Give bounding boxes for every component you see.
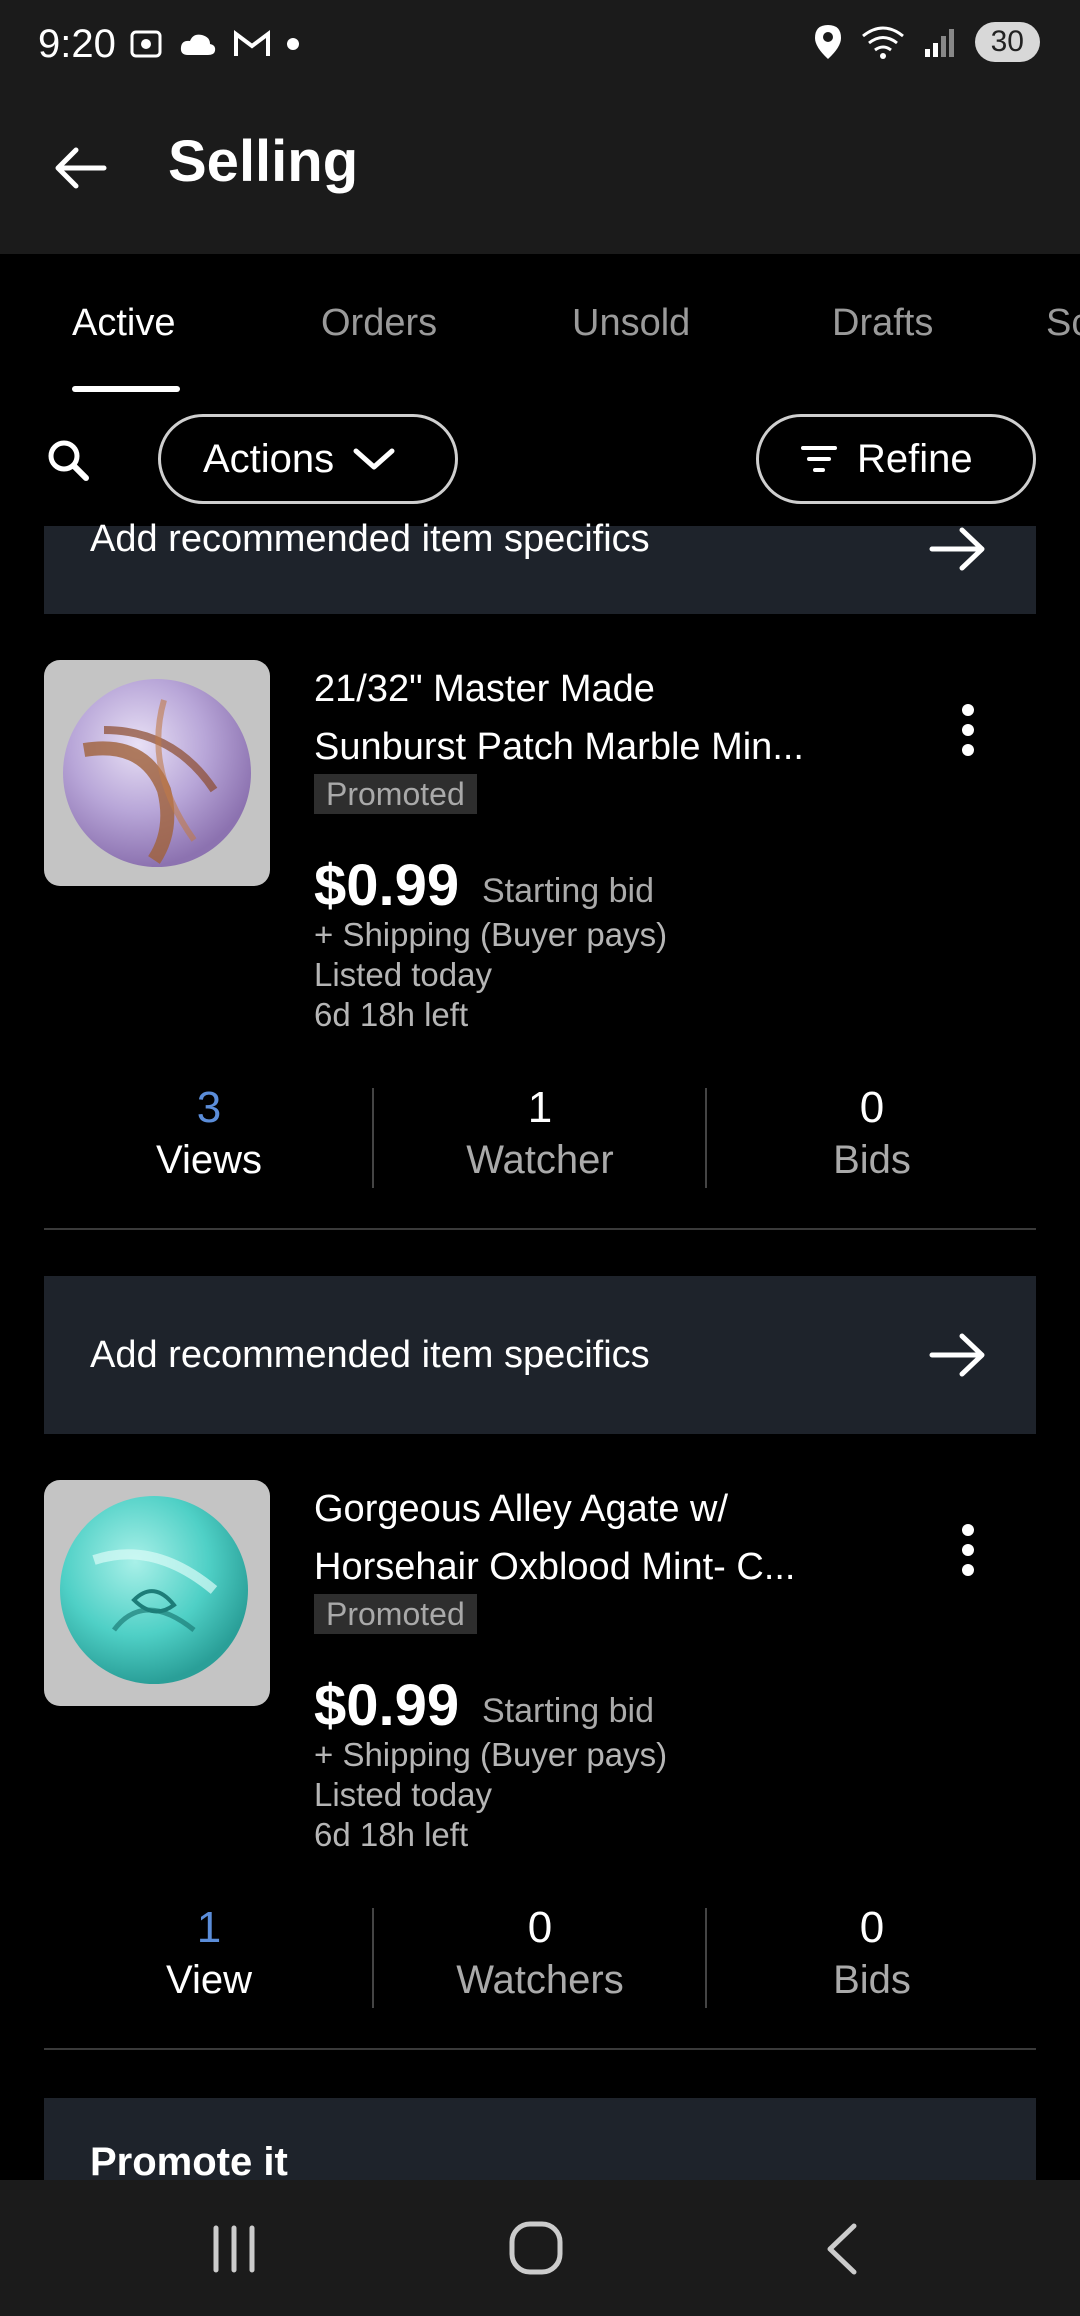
recents-icon[interactable] xyxy=(206,2224,262,2274)
views-label: View xyxy=(166,1958,252,2002)
specifics-banner[interactable]: Add recommended item specifics xyxy=(44,1276,1036,1434)
active-tab-indicator xyxy=(72,386,180,392)
views-count: 1 xyxy=(196,1903,222,1952)
item-title[interactable]: Gorgeous Alley Agate w/ Horsehair Oxbloo… xyxy=(314,1480,874,1596)
tab-scheduled[interactable]: Sc xyxy=(1046,302,1080,345)
dot-icon xyxy=(287,38,299,50)
divider xyxy=(44,1228,1036,1230)
tab-orders[interactable]: Orders xyxy=(321,302,437,345)
item-price: $0.99 xyxy=(314,1673,460,1738)
tab-active[interactable]: Active xyxy=(72,302,175,345)
shipping-info: + Shipping (Buyer pays) xyxy=(314,1736,668,1773)
bids-count: 0 xyxy=(859,1903,885,1952)
listing-stats: 1 View 0 Watchers 0 Bids xyxy=(44,1902,1036,2012)
stat-divider xyxy=(372,1908,374,2008)
app-bar: Selling xyxy=(0,96,1080,254)
notification-icons xyxy=(128,26,300,62)
signal-icon xyxy=(924,29,954,57)
item-price: $0.99 xyxy=(314,853,460,918)
cloud-icon xyxy=(180,34,216,55)
nav-back-icon[interactable] xyxy=(820,2222,864,2276)
item-title[interactable]: 21/32" Master Made Sunburst Patch Marble… xyxy=(314,660,874,776)
time-left: 6d 18h left xyxy=(314,996,469,1033)
tab-drafts[interactable]: Drafts xyxy=(832,302,933,345)
bids-label: Bids xyxy=(833,1958,911,2002)
divider xyxy=(44,2048,1036,2050)
marble-image xyxy=(60,1496,248,1684)
item-thumbnail[interactable] xyxy=(44,660,270,886)
specifics-banner-top[interactable]: Add recommended item specifics xyxy=(44,518,1036,614)
actions-label: Actions xyxy=(203,436,335,481)
tab-bar: Active Orders Unsold Drafts Sc xyxy=(0,254,1080,394)
stat-bids: 0 Bids xyxy=(707,1082,1037,1186)
watchers-count: 1 xyxy=(527,1083,553,1132)
promoted-badge: Promoted xyxy=(314,1594,477,1634)
stat-views[interactable]: 1 View xyxy=(44,1902,374,2006)
watchers-label: Watchers xyxy=(456,1958,624,2002)
watchers-count: 0 xyxy=(527,1903,553,1952)
item-title-line1: 21/32" Master Made xyxy=(314,668,655,710)
refine-label: Refine xyxy=(857,436,973,481)
arrow-right-icon xyxy=(929,1333,985,1377)
views-label: Views xyxy=(156,1138,262,1182)
refine-button[interactable]: Refine xyxy=(756,414,1036,504)
time-left: 6d 18h left xyxy=(314,1816,469,1853)
arrow-right-icon xyxy=(929,527,985,571)
kebab-menu-icon[interactable] xyxy=(950,1520,986,1600)
search-icon[interactable] xyxy=(44,436,92,484)
stat-divider xyxy=(372,1088,374,1188)
promoted-badge: Promoted xyxy=(314,774,477,814)
item-title-line2: Horsehair Oxblood Mint- C... xyxy=(314,1546,796,1588)
listing-stats: 3 Views 1 Watcher 0 Bids xyxy=(44,1082,1036,1192)
actions-button[interactable]: Actions xyxy=(158,414,458,504)
bids-count: 0 xyxy=(859,1083,885,1132)
home-icon[interactable] xyxy=(508,2220,564,2276)
price-label: Starting bid xyxy=(482,1692,654,1730)
specifics-banner-top-label: Add recommended item specifics xyxy=(90,518,650,560)
stat-watchers: 0 Watchers xyxy=(375,1902,705,2006)
stat-watchers: 1 Watcher xyxy=(375,1082,705,1186)
bids-label: Bids xyxy=(833,1138,911,1182)
shipping-info: + Shipping (Buyer pays) xyxy=(314,916,668,953)
wifi-icon xyxy=(861,26,904,59)
system-nav-bar xyxy=(0,2180,1080,2316)
listed-date: Listed today xyxy=(314,956,492,993)
item-title-line2: Sunburst Patch Marble Min... xyxy=(314,726,804,768)
screenshot-icon xyxy=(130,30,162,58)
specifics-banner-label: Add recommended item specifics xyxy=(90,1333,650,1376)
marble-image xyxy=(63,679,251,867)
battery-indicator: 30 xyxy=(974,22,1040,62)
promote-label: Promote it xyxy=(90,2140,288,2184)
gmail-icon xyxy=(234,30,270,56)
chevron-down-icon xyxy=(353,448,395,470)
location-icon xyxy=(814,25,841,59)
listed-date: Listed today xyxy=(314,1776,492,1813)
price-label: Starting bid xyxy=(482,872,654,910)
page-title: Selling xyxy=(168,129,359,194)
toolbar: Actions Refine xyxy=(0,410,1080,510)
views-count: 3 xyxy=(196,1083,222,1132)
system-icons: 30 xyxy=(813,22,1040,62)
filter-icon xyxy=(801,446,837,472)
watchers-label: Watcher xyxy=(466,1138,614,1182)
status-bar: 9:20 30 xyxy=(0,0,1080,96)
stat-bids: 0 Bids xyxy=(707,1902,1037,2006)
stat-views[interactable]: 3 Views xyxy=(44,1082,374,1186)
back-arrow-icon[interactable] xyxy=(48,136,112,200)
tab-unsold[interactable]: Unsold xyxy=(572,302,690,345)
kebab-menu-icon[interactable] xyxy=(950,700,986,780)
status-time: 9:20 xyxy=(38,22,116,66)
item-title-line1: Gorgeous Alley Agate w/ xyxy=(314,1488,729,1530)
item-thumbnail[interactable] xyxy=(44,1480,270,1706)
